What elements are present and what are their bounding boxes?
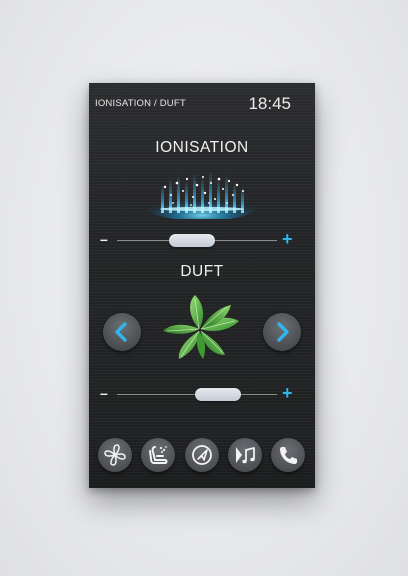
ionisation-plus-button[interactable]: + bbox=[282, 229, 293, 250]
nav-media-button[interactable] bbox=[228, 438, 262, 472]
nav-phone-button[interactable] bbox=[271, 438, 305, 472]
mint-leaves-icon bbox=[163, 295, 239, 359]
navigation-icon bbox=[192, 445, 212, 465]
header-title: IONISATION / DUFT bbox=[95, 98, 186, 109]
fan-icon bbox=[104, 444, 126, 466]
ionisation-visualizer bbox=[147, 171, 257, 219]
scent-prev-button[interactable] bbox=[103, 313, 141, 351]
ionisation-title: IONISATION bbox=[155, 139, 249, 156]
duft-plus-button[interactable]: + bbox=[282, 383, 293, 404]
music-icon bbox=[236, 447, 255, 464]
duft-slider-thumb[interactable] bbox=[194, 388, 241, 401]
nav-navigation-button[interactable] bbox=[185, 438, 219, 472]
ionisation-slider-thumb[interactable] bbox=[169, 234, 216, 247]
scent-next-button[interactable] bbox=[263, 313, 301, 351]
seat-icon bbox=[149, 446, 168, 464]
nav-seat-button[interactable] bbox=[141, 438, 175, 472]
chevron-right-icon bbox=[277, 322, 289, 342]
phone-screen: IONISATION / DUFT 18:45 IONISATION – + D… bbox=[89, 83, 315, 488]
clock: 18:45 bbox=[248, 94, 291, 113]
duft-title: DUFT bbox=[180, 263, 224, 280]
ionisation-minus-button[interactable]: – bbox=[100, 231, 108, 247]
nav-fan-button[interactable] bbox=[98, 438, 132, 472]
duft-minus-button[interactable]: – bbox=[100, 385, 108, 401]
phone-icon bbox=[280, 447, 297, 464]
chevron-left-icon bbox=[115, 322, 127, 342]
